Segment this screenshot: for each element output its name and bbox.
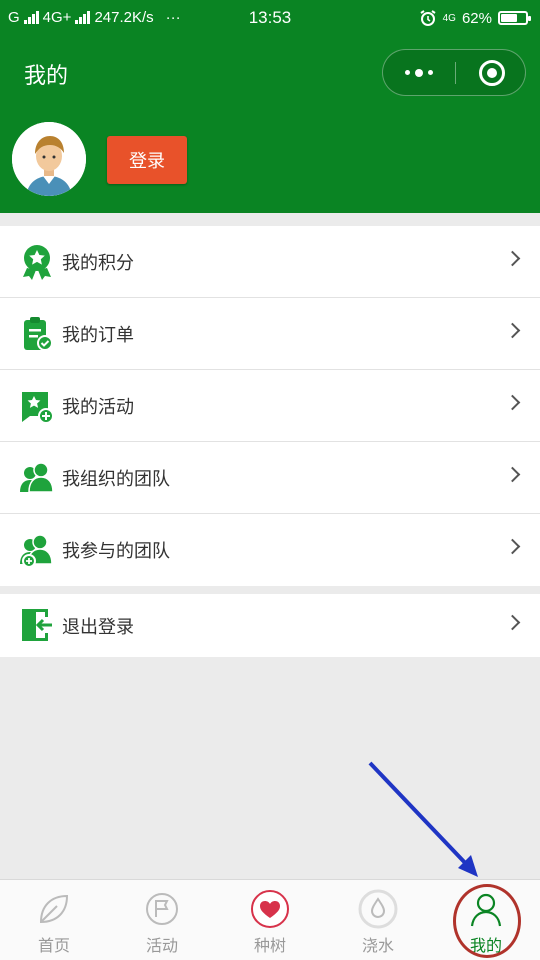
menu-label-orders: 我的订单 [62,325,134,346]
badge-star-icon [23,245,51,280]
menu-item-activities[interactable]: 我的活动 [0,370,540,442]
logout-section: 退出登录 [0,594,540,657]
tab-label-activities: 活动 [145,936,178,955]
alarm-icon [420,10,436,26]
chevron-right-icon [504,250,521,267]
water-drop-icon [358,889,398,929]
battery-icon [498,11,531,25]
menu-label-points: 我的积分 [62,253,134,274]
team-add-icon [20,534,53,568]
chevron-right-icon [504,322,521,339]
menu-item-organized-teams[interactable]: 我组织的团队 [0,442,540,514]
menu-item-joined-teams[interactable]: 我参与的团队 [0,514,540,586]
menu-label-activities: 我的活动 [62,397,134,418]
battery-percent: 62% [461,9,492,27]
menu-label-logout: 退出登录 [62,617,134,638]
leaf-icon [39,894,69,924]
network-right-label: 4G [442,12,456,24]
tab-me[interactable]: 我的 [432,880,540,960]
chevron-right-icon [504,466,521,483]
tab-activities[interactable]: 活动 [108,880,216,960]
menu-list: 我的积分 我的订单 我的活动 我组织的团队 我参与的团队 [0,226,540,586]
chevron-right-icon [504,394,521,411]
clipboard-check-icon [24,317,53,351]
tab-home[interactable]: 首页 [0,880,108,960]
menu-item-orders[interactable]: 我的订单 [0,298,540,370]
team-icon [20,462,54,493]
menu-label-organized-teams: 我组织的团队 [62,469,170,490]
avatar-image [12,122,86,196]
heart-circle-icon [251,890,289,928]
page-title: 我的 [24,64,69,89]
login-button[interactable]: 登录 [107,136,187,184]
flag-star-icon [22,392,54,424]
menu-item-logout[interactable]: 退出登录 [0,594,540,657]
menu-item-points[interactable]: 我的积分 [0,226,540,298]
exit-door-icon [22,609,52,641]
bottom-tab-bar: 首页 活动 种树 浇水 我的 [0,879,540,960]
chevron-right-icon [504,538,521,555]
tab-watering[interactable]: 浇水 [324,880,432,960]
menu-label-joined-teams: 我参与的团队 [62,541,170,562]
close-miniprogram-button[interactable] [479,60,505,86]
miniprogram-capsule [382,49,526,96]
profile-header: 我的 登录 [0,38,540,213]
tab-label-plant-tree: 种树 [253,936,286,955]
tab-label-me: 我的 [469,936,502,955]
avatar[interactable] [12,122,86,196]
status-bar: G 4G+ 247.2K/s ··· 13:53 4G 62% [0,0,540,38]
person-icon [470,893,502,927]
flag-circle-icon [146,893,178,925]
capsule-divider [455,62,456,84]
tab-label-home: 首页 [37,936,70,955]
chevron-right-icon [504,614,521,631]
status-right: 4G 62% [419,9,531,27]
more-menu-button[interactable] [383,50,455,95]
tab-label-watering: 浇水 [361,936,394,955]
tab-plant-tree[interactable]: 种树 [216,880,324,960]
